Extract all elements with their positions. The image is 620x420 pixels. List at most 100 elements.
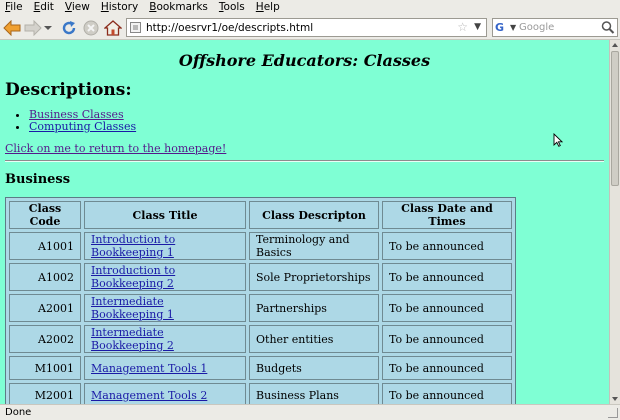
homepage-link[interactable]: Click on me to return to the homepage! (5, 142, 226, 155)
stop-icon (83, 20, 99, 36)
navigation-toolbar: http://oesrvr1/oe/descripts.html ☆ ▼ G ▼… (0, 15, 620, 40)
scroll-up-arrow-icon[interactable] (612, 43, 618, 47)
class-date-cell: To be announced (382, 232, 512, 260)
column-header-class-title: Class Title (84, 201, 246, 229)
home-icon (104, 20, 122, 36)
menu-help-mnemonic: H (255, 1, 264, 13)
bookmark-star-icon[interactable]: ☆ (457, 19, 468, 36)
menu-file[interactable]: File (5, 0, 23, 15)
mouse-cursor-icon (553, 133, 563, 147)
menu-history[interactable]: History (101, 0, 138, 15)
class-title-link[interactable]: Intermediate Bookkeeping 1 (91, 295, 174, 321)
descriptions-list: Business Classes Computing Classes (12, 109, 136, 133)
forward-button[interactable] (23, 18, 43, 38)
class-title-cell: Intermediate Bookkeeping 2 (84, 325, 246, 353)
status-bar: Done (0, 404, 620, 420)
stop-button[interactable] (81, 18, 101, 38)
class-date-cell: To be announced (382, 356, 512, 380)
class-title-link[interactable]: Introduction to Bookkeeping 1 (91, 233, 175, 259)
site-identity-icon[interactable] (130, 22, 141, 33)
class-title-cell: Management Tools 2 (84, 383, 246, 404)
class-description-cell: Terminology and Basics (249, 232, 379, 260)
class-description-cell: Budgets (249, 356, 379, 380)
page-title: Offshore Educators: Classes (178, 51, 431, 70)
status-text: Done (5, 407, 32, 418)
search-magnifier-svg (601, 21, 615, 34)
class-title-cell: Introduction to Bookkeeping 2 (84, 263, 246, 291)
table-row: A1001 Introduction to Bookkeeping 1 Term… (9, 232, 512, 260)
column-header-class-date: Class Date and Times (382, 201, 512, 229)
menu-help[interactable]: Help (256, 0, 280, 15)
business-classes-table: Class Code Class Title Class Descripton … (5, 197, 516, 404)
search-magnifier-icon[interactable] (601, 20, 615, 35)
computing-classes-link[interactable]: Computing Classes (29, 120, 136, 133)
business-section-heading: Business (5, 172, 71, 187)
menu-file-rest: ile (10, 1, 23, 13)
menu-view-rest: iew (71, 1, 90, 13)
class-description-cell: Other entities (249, 325, 379, 353)
list-item: Computing Classes (29, 121, 136, 133)
table-header-row: Class Code Class Title Class Descripton … (9, 201, 512, 229)
resize-grip-icon[interactable] (608, 408, 618, 418)
class-date-cell: To be announced (382, 325, 512, 353)
history-dropdown-button[interactable] (42, 18, 54, 38)
column-header-class-description: Class Descripton (249, 201, 379, 229)
class-title-link[interactable]: Management Tools 2 (91, 389, 207, 402)
menu-edit[interactable]: Edit (34, 0, 54, 15)
menu-tools[interactable]: Tools (219, 0, 245, 15)
table-row: A2001 Intermediate Bookkeeping 1 Partner… (9, 294, 512, 322)
class-title-link[interactable]: Introduction to Bookkeeping 2 (91, 264, 175, 290)
class-code-cell: A2001 (9, 294, 81, 322)
google-search-engine-icon[interactable]: G (495, 21, 509, 34)
class-title-link[interactable]: Intermediate Bookkeeping 2 (91, 326, 174, 352)
menu-view-mnemonic: V (64, 1, 72, 13)
vertical-scrollbar[interactable] (609, 40, 620, 404)
table-row: A1002 Introduction to Bookkeeping 2 Sole… (9, 263, 512, 291)
menu-edit-rest: dit (40, 1, 54, 13)
menu-help-rest: elp (263, 1, 280, 13)
class-title-cell: Intermediate Bookkeeping 1 (84, 294, 246, 322)
url-bar[interactable]: http://oesrvr1/oe/descripts.html ☆ ▼ (126, 18, 487, 37)
class-code-cell: M2001 (9, 383, 81, 404)
search-engine-dropdown-icon[interactable]: ▼ (510, 20, 516, 35)
class-date-cell: To be announced (382, 294, 512, 322)
home-button[interactable] (103, 18, 123, 38)
forward-arrow-icon (24, 20, 42, 36)
search-input[interactable]: Google (519, 21, 554, 35)
search-bar[interactable]: G ▼ Google (492, 18, 618, 37)
table-row: M1001 Management Tools 1 Budgets To be a… (9, 356, 512, 380)
class-description-cell: Business Plans (249, 383, 379, 404)
menu-tools-rest: ools (223, 1, 245, 13)
descriptions-heading: Descriptions: (5, 80, 132, 100)
menu-history-mnemonic: H (100, 1, 109, 13)
class-description-cell: Partnerships (249, 294, 379, 322)
page-viewport: Offshore Educators: Classes Descriptions… (0, 40, 609, 404)
history-dropdown-icon (44, 26, 52, 30)
menu-bar: File Edit View History Bookmarks Tools H… (0, 0, 620, 15)
url-dropdown-icon[interactable]: ▼ (474, 19, 481, 36)
class-date-cell: To be announced (382, 383, 512, 404)
reload-icon (62, 21, 76, 35)
column-header-class-code: Class Code (9, 201, 81, 229)
class-code-cell: A1002 (9, 263, 81, 291)
back-arrow-icon (3, 20, 21, 36)
class-code-cell: A1001 (9, 232, 81, 260)
class-code-cell: A2002 (9, 325, 81, 353)
url-text[interactable]: http://oesrvr1/oe/descripts.html (146, 21, 313, 35)
class-title-cell: Introduction to Bookkeeping 1 (84, 232, 246, 260)
table-row: A2002 Intermediate Bookkeeping 2 Other e… (9, 325, 512, 353)
menu-bookmarks[interactable]: Bookmarks (149, 0, 208, 15)
menu-view[interactable]: View (65, 0, 90, 15)
back-button[interactable] (2, 18, 22, 38)
scroll-down-arrow-icon[interactable] (612, 397, 618, 401)
class-description-cell: Sole Proprietorships (249, 263, 379, 291)
menu-history-rest: istory (108, 1, 139, 13)
class-title-cell: Management Tools 1 (84, 356, 246, 380)
reload-button[interactable] (59, 18, 79, 38)
class-code-cell: M1001 (9, 356, 81, 380)
horizontal-rule (5, 160, 604, 162)
table-row: M2001 Management Tools 2 Business Plans … (9, 383, 512, 404)
class-title-link[interactable]: Management Tools 1 (91, 362, 207, 375)
scrollbar-thumb[interactable] (611, 51, 619, 186)
class-date-cell: To be announced (382, 263, 512, 291)
